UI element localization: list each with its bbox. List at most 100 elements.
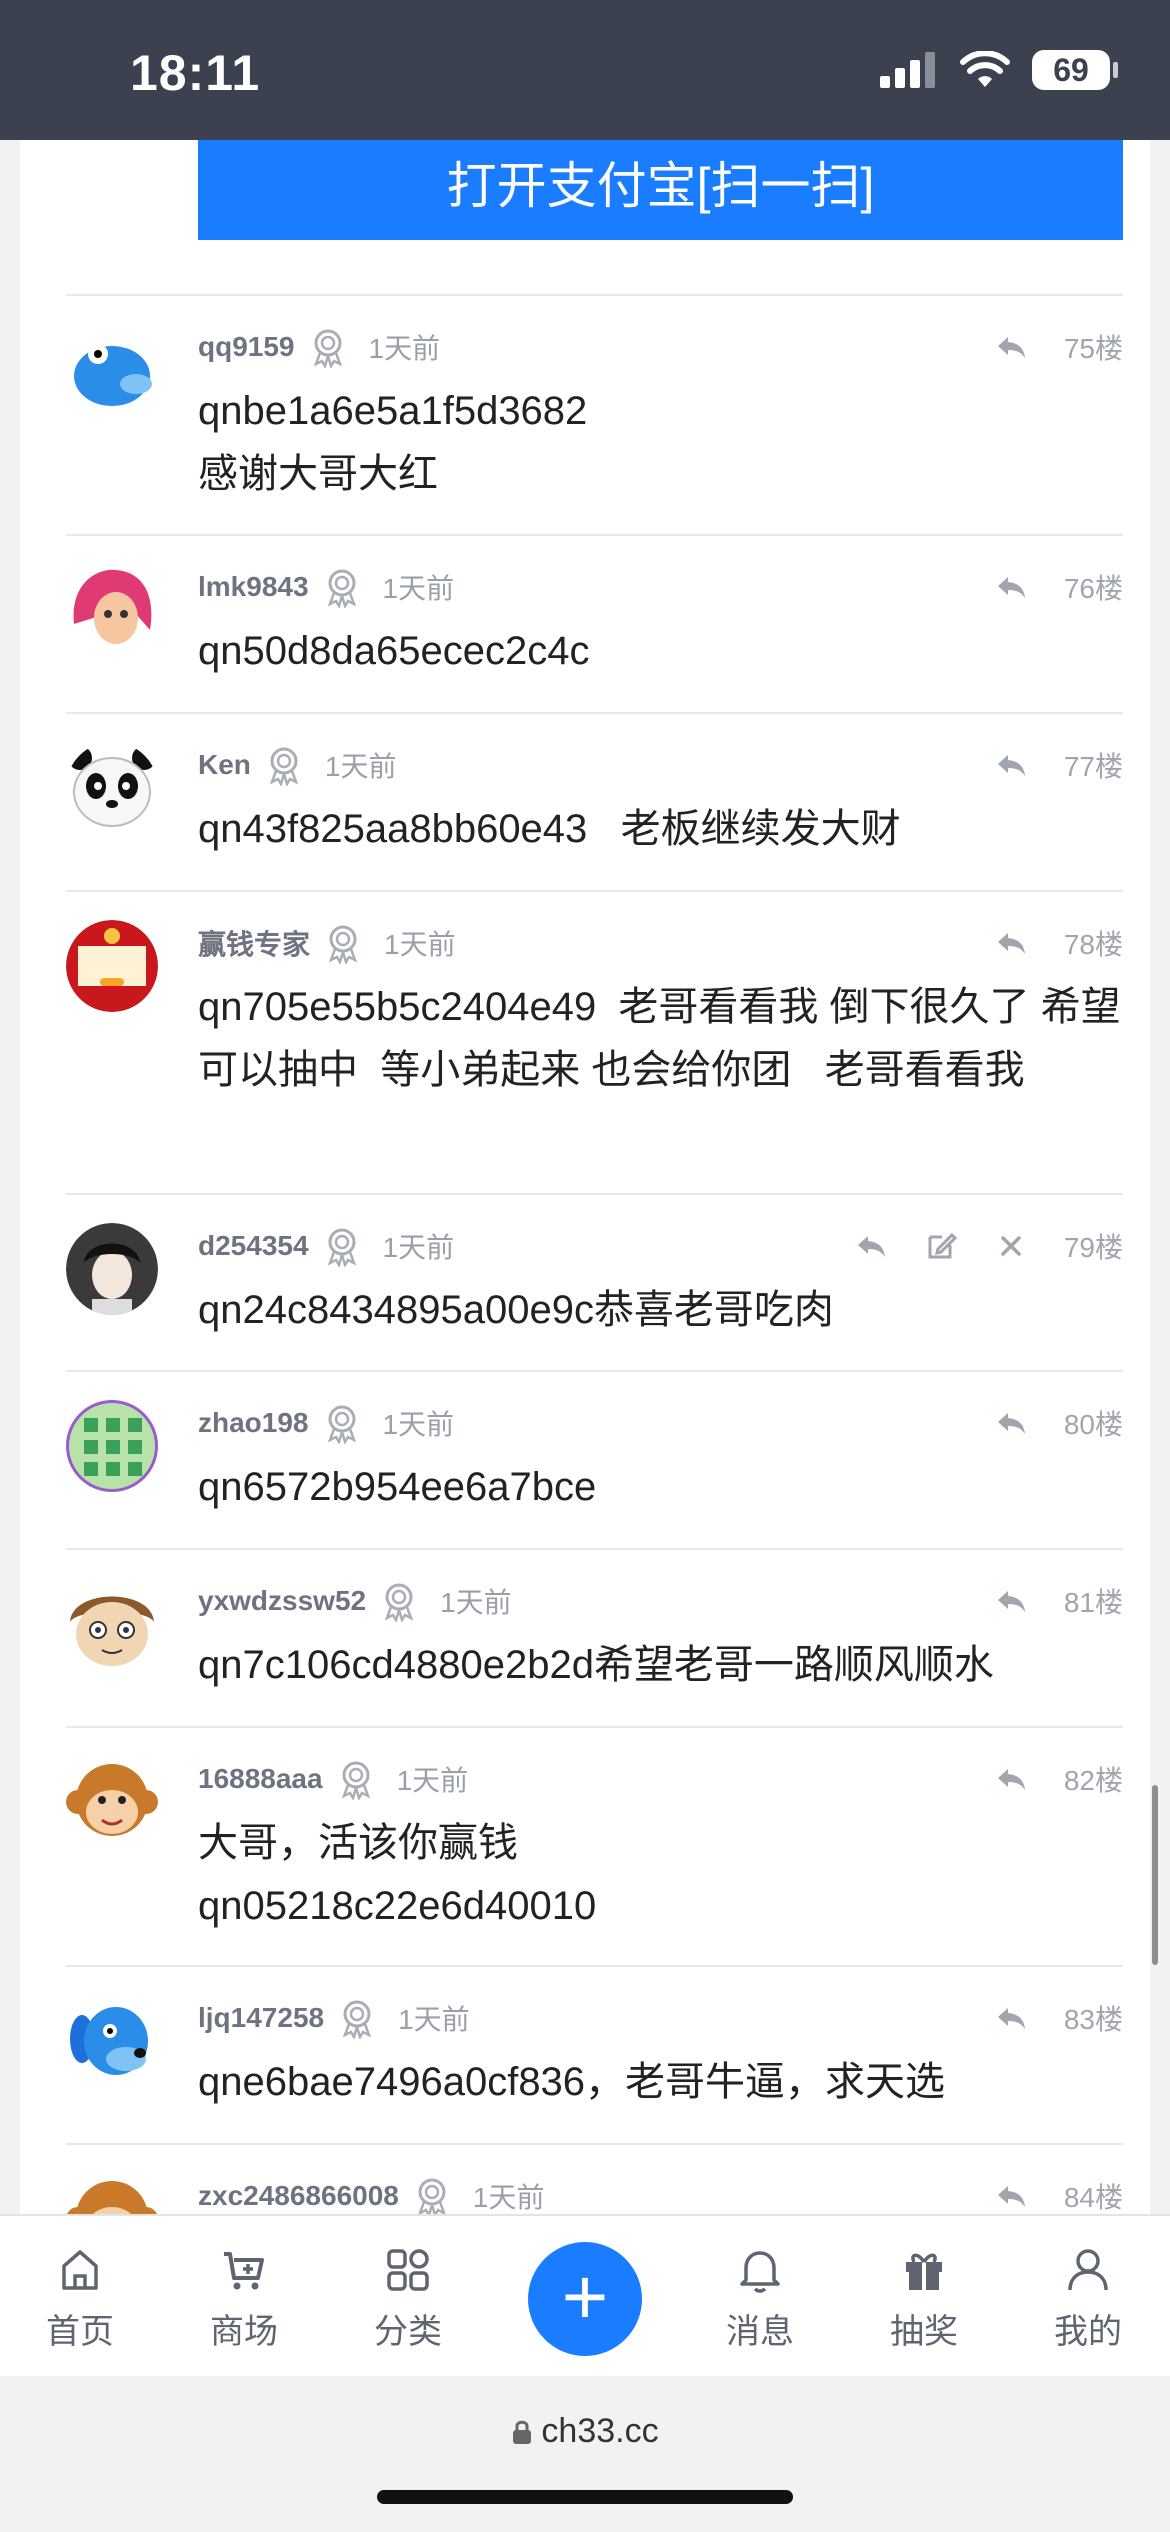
alipay-scan-banner[interactable]: 打开支付宝[扫一扫]	[198, 140, 1123, 240]
comment-time: 1天前	[384, 929, 456, 960]
comment-actions: 77楼	[994, 742, 1123, 788]
comment-time: 1天前	[324, 751, 397, 782]
comment-time: 1天前	[472, 2182, 545, 2213]
username[interactable]: d254354	[198, 1230, 309, 1262]
reply-icon[interactable]	[994, 2001, 1028, 2035]
comment-actions: 78楼	[994, 920, 1123, 966]
reply-icon[interactable]	[854, 1229, 888, 1263]
scrollbar[interactable]	[1152, 1785, 1158, 1965]
floor-number: 77楼	[1063, 751, 1123, 782]
divider	[66, 1965, 1123, 1967]
divider	[66, 294, 1123, 296]
status-bar: 18:11 69	[0, 0, 1170, 140]
avatar[interactable]	[66, 1995, 158, 2087]
floor-number: 84楼	[1063, 2182, 1123, 2213]
reply-icon[interactable]	[994, 570, 1028, 604]
avatar[interactable]	[66, 2173, 158, 2215]
comment-actions: 82楼	[994, 1756, 1123, 1802]
username[interactable]: zxc2486866008	[198, 2180, 399, 2212]
tab-label: 消息	[726, 2313, 794, 2351]
avatar[interactable]	[66, 1756, 158, 1848]
comment-time: 1天前	[382, 1409, 455, 1440]
comment-meta: yxwdzssw52 1天前	[198, 1578, 512, 1624]
divider	[66, 1193, 1123, 1195]
tab-mall[interactable]: 商场	[184, 2244, 304, 2353]
edit-icon[interactable]	[924, 1229, 958, 1263]
avatar[interactable]	[66, 1400, 158, 1492]
comment-meta: 16888aaa 1天前	[198, 1756, 468, 1802]
avatar[interactable]	[66, 920, 158, 1012]
browser-url-bar[interactable]: ch33.cc	[0, 2376, 1170, 2532]
divider	[66, 2143, 1123, 2145]
status-icons: 69	[880, 50, 1118, 90]
reply-icon[interactable]	[994, 1406, 1028, 1440]
avatar[interactable]	[66, 324, 158, 416]
comment-actions: 80楼	[994, 1400, 1123, 1446]
username[interactable]: qq9159	[198, 331, 295, 363]
comment-text: qn6572b954ee6a7bce	[198, 1465, 597, 1509]
tab-category[interactable]: 分类	[348, 2244, 468, 2353]
avatar[interactable]	[66, 1578, 158, 1670]
medal-icon	[384, 1583, 414, 1622]
tab-label: 抽奖	[890, 2313, 958, 2351]
comment-time: 1天前	[398, 2004, 470, 2035]
comment-time: 1天前	[440, 1587, 512, 1618]
username[interactable]: 赢钱专家	[198, 923, 310, 963]
medal-icon	[417, 2178, 446, 2215]
comment-actions: 83楼	[994, 1995, 1123, 2041]
comment-meta: d254354 1天前	[198, 1223, 454, 1269]
tab-label: 首页	[46, 2313, 114, 2351]
bottom-tab-bar: 首页 商场 分类 + 消息 抽奖 我的	[0, 2214, 1170, 2376]
username[interactable]: lmk9843	[198, 571, 309, 603]
avatar[interactable]	[66, 742, 158, 834]
comment-meta: lmk9843 1天前	[198, 564, 454, 610]
username[interactable]: Ken	[198, 749, 251, 781]
reply-icon[interactable]	[994, 1584, 1028, 1618]
avatar[interactable]	[66, 1223, 158, 1315]
status-time: 18:11	[130, 45, 261, 101]
lock-icon	[513, 2420, 532, 2444]
medal-icon	[327, 569, 356, 608]
tab-home[interactable]: 首页	[20, 2244, 140, 2353]
comment-actions: 79楼	[854, 1223, 1123, 1269]
floor-number: 80楼	[1063, 1409, 1123, 1440]
bell-icon	[740, 2251, 780, 2293]
divider	[66, 1548, 1123, 1550]
floor-number: 75楼	[1063, 333, 1123, 364]
reply-icon[interactable]	[994, 330, 1028, 364]
reply-icon[interactable]	[994, 1762, 1028, 1796]
add-post-button[interactable]: +	[528, 2242, 642, 2356]
comment-meta: ljq147258 1天前	[198, 1995, 470, 2041]
comment-text: 大哥，活该你赢钱 qn05218c22e6d40010	[198, 1821, 597, 1928]
username[interactable]: yxwdzssw52	[198, 1585, 366, 1617]
divider	[66, 1370, 1123, 1372]
floor-number: 81楼	[1063, 1587, 1123, 1618]
comment-actions: 75楼	[994, 324, 1123, 370]
username[interactable]: 16888aaa	[198, 1763, 323, 1795]
reply-icon[interactable]	[994, 2179, 1028, 2213]
floor-number: 78楼	[1063, 929, 1123, 960]
tab-messages[interactable]: 消息	[700, 2244, 820, 2353]
comment-text: qn24c8434895a00e9c恭喜老哥吃肉	[198, 1288, 834, 1332]
medal-icon	[269, 747, 299, 786]
delete-icon[interactable]	[994, 1229, 1028, 1263]
reply-icon[interactable]	[994, 748, 1028, 782]
url-display[interactable]: ch33.cc	[0, 2412, 1170, 2451]
divider	[66, 534, 1123, 536]
username[interactable]: ljq147258	[198, 2002, 324, 2034]
tab-profile[interactable]: 我的	[1028, 2244, 1148, 2353]
tab-label: 商场	[210, 2313, 278, 2351]
floor-number: 83楼	[1063, 2004, 1123, 2035]
reply-icon[interactable]	[994, 926, 1028, 960]
comment-text: qnbe1a6e5a1f5d3682 感谢大哥大红	[198, 389, 588, 496]
avatar[interactable]	[66, 564, 158, 656]
divider	[66, 1726, 1123, 1728]
tab-lottery[interactable]: 抽奖	[864, 2244, 984, 2353]
tab-label: 分类	[374, 2313, 442, 2351]
home-icon	[62, 2250, 98, 2290]
cart-icon	[224, 2252, 264, 2290]
username[interactable]: zhao198	[198, 1407, 309, 1439]
comment-text: qne6bae7496a0cf836，老哥牛逼，求天选	[198, 2060, 946, 2104]
divider	[66, 890, 1123, 892]
floor-number: 79楼	[1063, 1232, 1123, 1263]
